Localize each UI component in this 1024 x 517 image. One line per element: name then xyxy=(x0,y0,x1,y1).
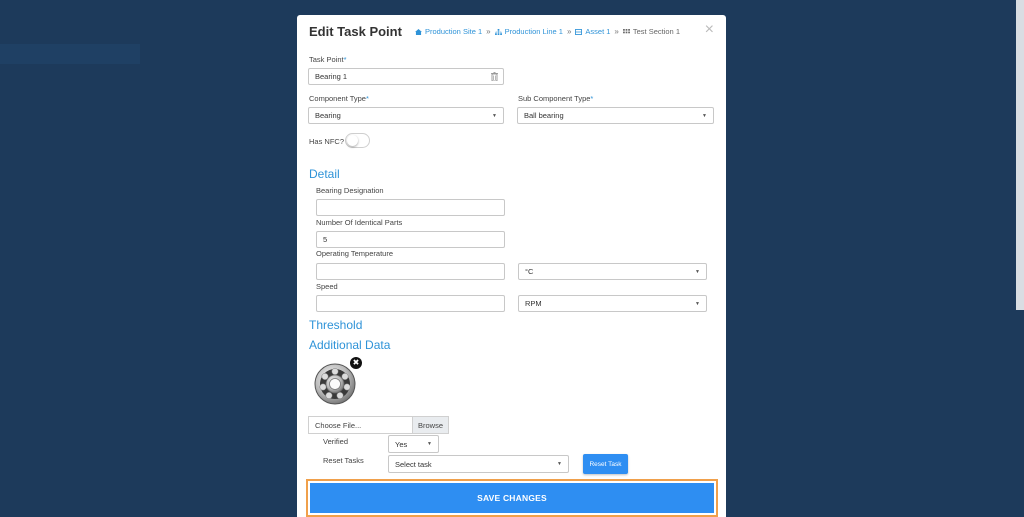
verified-label: Verified xyxy=(323,437,349,446)
bearing-designation-label: Bearing Designation xyxy=(316,186,384,195)
speed-label: Speed xyxy=(316,282,338,291)
breadcrumb: Production Site 1 » Production Line 1 » … xyxy=(415,27,680,36)
component-type-label: Component Type* xyxy=(309,94,369,103)
additional-data-heading: Additional Data xyxy=(309,338,391,352)
sub-component-type-label: Sub Component Type* xyxy=(518,94,594,103)
bearing-designation-input[interactable] xyxy=(316,199,505,216)
speed-input[interactable] xyxy=(316,295,505,312)
reset-tasks-label: Reset Tasks xyxy=(323,456,364,465)
edit-task-point-modal: Edit Task Point Production Site 1 » Prod… xyxy=(297,15,726,517)
browse-button[interactable]: Browse xyxy=(412,417,448,433)
bearing-image xyxy=(314,363,356,405)
task-point-label: Task Point* xyxy=(309,55,347,64)
modal-title: Edit Task Point xyxy=(309,24,402,39)
breadcrumb-production-line[interactable]: Production Line 1 xyxy=(494,27,563,36)
threshold-heading[interactable]: Threshold xyxy=(309,318,362,332)
backdrop-nav-highlight xyxy=(0,44,140,64)
asset-icon xyxy=(575,28,583,35)
close-icon[interactable]: × xyxy=(705,22,714,38)
chevron-down-icon: ▼ xyxy=(702,113,707,119)
chevron-down-icon: ▼ xyxy=(492,113,497,119)
save-changes-button[interactable]: SAVE CHANGES xyxy=(310,483,714,513)
speed-unit-select[interactable]: RPM ▼ xyxy=(518,295,707,312)
component-type-select[interactable]: Bearing ▼ xyxy=(308,107,504,124)
page-scrollbar[interactable] xyxy=(1016,0,1024,310)
verified-select[interactable]: Yes ▼ xyxy=(388,435,439,453)
choose-file-label: Choose File... xyxy=(315,420,362,430)
chevron-down-icon: ▼ xyxy=(427,441,432,447)
sub-component-type-select[interactable]: Ball bearing ▼ xyxy=(517,107,714,124)
operating-temperature-label: Operating Temperature xyxy=(316,249,393,258)
chevron-down-icon: ▼ xyxy=(695,269,700,275)
chevron-down-icon: ▼ xyxy=(557,461,562,467)
breadcrumb-asset[interactable]: Asset 1 xyxy=(575,27,610,36)
breadcrumb-separator: » xyxy=(566,27,572,36)
grid-icon xyxy=(622,28,630,33)
temperature-unit-select[interactable]: °C ▼ xyxy=(518,263,707,280)
breadcrumb-separator: » xyxy=(486,27,491,36)
breadcrumb-production-site[interactable]: Production Site 1 xyxy=(415,27,482,36)
trash-icon[interactable] xyxy=(491,72,498,81)
identical-parts-label: Number Of Identical Parts xyxy=(316,218,403,227)
breadcrumb-test-section: Test Section 1 xyxy=(622,27,680,36)
save-button-focus-ring: SAVE CHANGES xyxy=(306,479,718,517)
reset-task-button[interactable]: Reset Task xyxy=(583,454,628,474)
operating-temperature-input[interactable] xyxy=(316,263,505,280)
detail-heading: Detail xyxy=(309,167,340,181)
identical-parts-input[interactable]: 5 xyxy=(316,231,505,248)
breadcrumb-separator: » xyxy=(614,27,619,36)
file-upload[interactable]: Choose File... Browse xyxy=(308,416,449,434)
has-nfc-toggle[interactable] xyxy=(345,133,370,148)
chevron-down-icon: ▼ xyxy=(695,301,700,307)
task-point-input[interactable]: Bearing 1 xyxy=(308,68,504,85)
toggle-knob xyxy=(347,135,358,146)
remove-image-icon[interactable]: ✖ xyxy=(350,357,362,369)
home-icon xyxy=(415,28,422,35)
has-nfc-label: Has NFC? xyxy=(309,137,345,146)
reset-task-select[interactable]: Select task ▼ xyxy=(388,455,569,473)
sitemap-icon xyxy=(494,28,502,35)
